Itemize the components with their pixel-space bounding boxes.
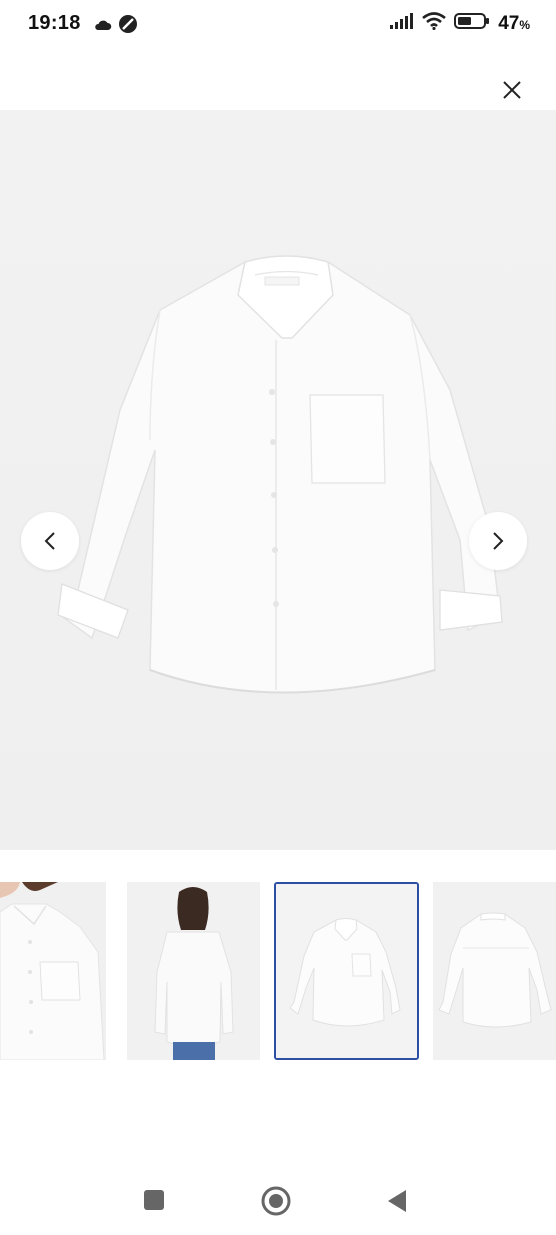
chevron-left-icon xyxy=(44,532,55,550)
previous-image-button[interactable] xyxy=(21,512,79,570)
battery-percent: 47% xyxy=(498,12,530,34)
thumbnail-1[interactable] xyxy=(0,882,106,1060)
thumbnail-3-selected[interactable] xyxy=(274,882,419,1060)
wifi-icon xyxy=(422,12,447,35)
close-icon xyxy=(503,81,521,99)
chevron-right-icon xyxy=(493,532,504,550)
back-triangle-icon xyxy=(388,1190,406,1212)
home-button[interactable] xyxy=(261,1186,291,1221)
signal-icon xyxy=(390,13,414,34)
main-product-image[interactable] xyxy=(0,110,556,850)
thumbnail-strip xyxy=(0,882,556,1062)
close-button[interactable] xyxy=(498,76,526,104)
back-button[interactable] xyxy=(386,1189,408,1218)
shirt-image xyxy=(0,110,556,850)
next-image-button[interactable] xyxy=(469,512,527,570)
recents-square-icon xyxy=(144,1190,164,1210)
dnd-icon xyxy=(118,14,138,39)
thumbnail-2[interactable] xyxy=(127,882,260,1060)
home-circle-icon xyxy=(261,1186,291,1216)
recents-button[interactable] xyxy=(143,1189,165,1216)
system-nav-bar xyxy=(0,1170,556,1235)
battery-icon xyxy=(454,12,490,35)
status-bar: 19:18 47% xyxy=(0,0,556,50)
status-time: 19:18 xyxy=(28,12,81,34)
thumbnail-4[interactable] xyxy=(433,882,556,1060)
cloud-icon xyxy=(94,18,112,36)
